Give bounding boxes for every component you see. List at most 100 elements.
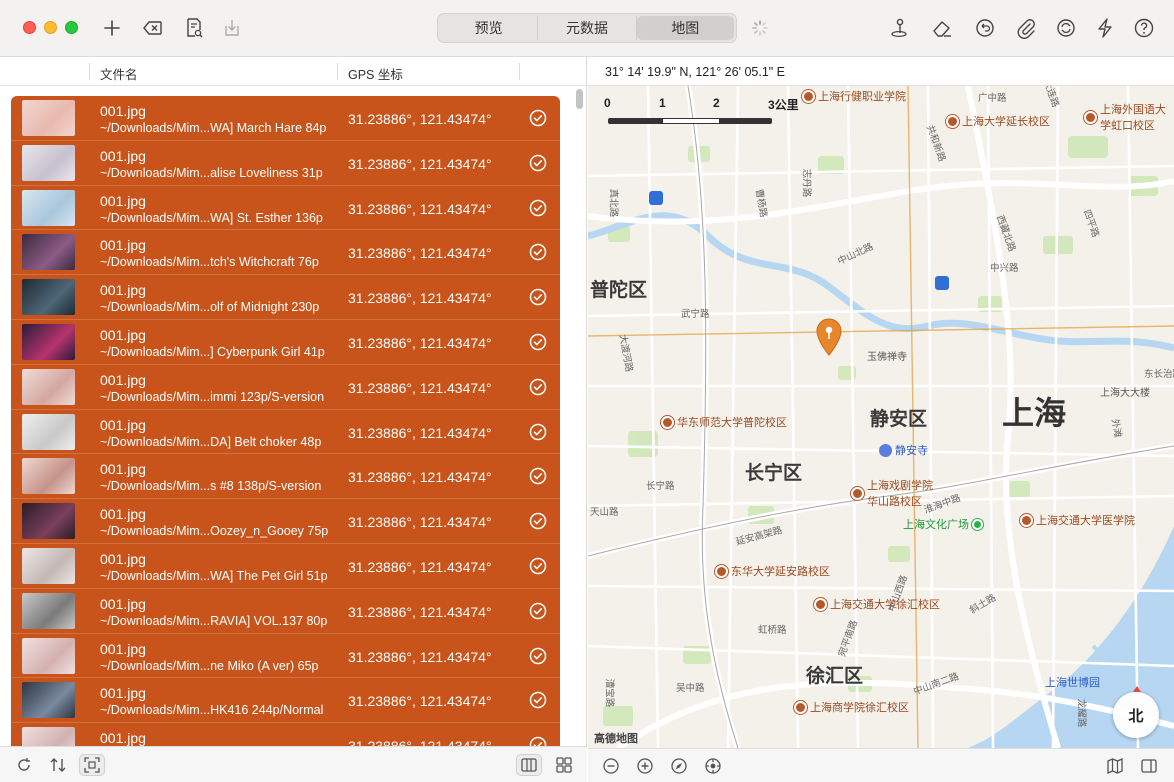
checkmark-icon — [529, 333, 547, 351]
export-icon[interactable] — [218, 14, 246, 42]
file-path: ~/Downloads/Mim...ne Miko (A ver) 65p — [100, 658, 319, 673]
road-label: 真北路 — [607, 188, 619, 218]
file-name: 001.jpg — [100, 551, 146, 567]
tab-metadata[interactable]: 元数据 — [538, 16, 637, 40]
list-item[interactable]: 001.jpg ~/Downloads/Mim...ne Miko (A ver)… — [11, 634, 560, 679]
column-gps[interactable]: GPS 坐标 — [348, 64, 403, 83]
minimize-window-button[interactable] — [44, 21, 57, 34]
file-list[interactable]: 001.jpg ~/Downloads/Mim...WA] March Hare … — [11, 96, 560, 746]
poi-label: 上海交通大学徐汇校区 — [814, 596, 940, 612]
district-label: 徐汇区 — [806, 666, 864, 687]
zoom-out-icon[interactable] — [600, 755, 622, 777]
image-thumbnail — [22, 368, 75, 405]
file-name: 001.jpg — [100, 506, 146, 523]
image-thumbnail — [22, 234, 75, 271]
file-name: 001.jpg — [100, 371, 146, 388]
inspect-file-icon[interactable] — [180, 14, 208, 42]
list-column-header: 文件名 GPS 坐标 — [0, 57, 587, 86]
image-thumbnail — [22, 458, 75, 495]
map-pane: 31° 14' 19.9" N, 121° 26' 05.1" E 0 1 2 … — [588, 57, 1174, 782]
view-mode-tabs: 预览 元数据 地图 — [437, 13, 737, 43]
image-thumbnail — [22, 503, 75, 540]
district-label: 长宁区 — [745, 463, 803, 484]
list-item[interactable]: 001.jpg ~/Downloads/Mim...tch's Witchcraf… — [11, 230, 560, 276]
zoom-in-icon[interactable] — [634, 755, 656, 777]
list-item[interactable]: 001.jpg ~/Downloads/Mim...DA] Belt choker… — [11, 410, 560, 455]
map-scale-bar: 0 1 2 3公里 — [604, 96, 816, 126]
file-name: 001.jpg — [100, 640, 146, 657]
scan-icon[interactable] — [79, 754, 105, 776]
attachment-icon[interactable] — [1012, 14, 1040, 42]
add-icon[interactable] — [98, 14, 126, 42]
tab-preview[interactable]: 预览 — [440, 16, 539, 40]
image-thumbnail — [22, 592, 75, 629]
road-label: 志丹路 — [800, 168, 812, 198]
gps-coordinates: 31.23886°, 121.43474° — [348, 559, 492, 575]
checkmark-icon — [529, 692, 547, 709]
list-item[interactable]: 001.jpg ~/Downloads/Mim...immi 123p/S-ver… — [11, 365, 560, 410]
coordinate-bar: 31° 14' 19.9" N, 121° 26' 05.1" E — [588, 57, 1174, 86]
compass-button[interactable]: 北 — [1113, 686, 1159, 738]
file-list-pane: 文件名 GPS 坐标 001.jpg ~/Downloads/Mim...WA] … — [0, 57, 587, 782]
gps-coordinates: 31.23886°, 121.43474° — [348, 693, 492, 710]
list-scrollbar[interactable] — [575, 87, 584, 127]
list-item[interactable]: 001.jpg ~/Downloads/Mim...WA] The Pet Gir… — [11, 544, 560, 589]
gps-coordinates: 31.23886°, 121.43474° — [348, 469, 492, 486]
gps-coordinates: 31.23886°, 121.43474° — [348, 245, 492, 262]
delete-icon[interactable] — [139, 14, 167, 42]
columns-view-icon[interactable] — [516, 754, 542, 776]
list-item[interactable]: 001.jpg ~/Downloads/Mim...WA] March Hare … — [11, 96, 560, 141]
list-item[interactable]: 001.jpg ~/Downloads/Mim...alise Lovelines… — [11, 141, 560, 186]
location-pin-icon[interactable] — [885, 14, 913, 42]
recenter-icon[interactable] — [702, 755, 724, 777]
poi-label: 静安寺 — [879, 442, 928, 458]
sort-icon[interactable] — [45, 754, 71, 776]
checkmark-icon — [529, 602, 547, 620]
sidebar-toggle-icon[interactable] — [1138, 755, 1160, 777]
list-item[interactable]: 001.jpg ~/Downloads/Mim...olf of Midnight… — [11, 275, 560, 320]
list-item[interactable]: 001.jpg ~/Downloads/Mim...] Cyberpunk Gir… — [11, 320, 560, 365]
road-label: 外滩 — [1108, 417, 1124, 439]
column-filename[interactable]: 文件名 — [100, 64, 138, 83]
sync-icon[interactable] — [1052, 14, 1080, 42]
list-item[interactable]: 001.jpg ~/Downloads/Mim...Oozey_n_Gooey 7… — [11, 499, 560, 544]
coordinate-readout: 31° 14' 19.9" N, 121° 26' 05.1" E — [605, 65, 786, 79]
checkmark-icon — [529, 109, 547, 127]
list-item[interactable]: 001.jpg ~/Downloads/Mim...HK416 244p/Norm… — [11, 678, 560, 724]
loading-spinner-icon — [746, 14, 774, 42]
grid-view-icon[interactable] — [551, 754, 577, 776]
list-item[interactable]: 001.jpg 31.23886°, 121.43474° — [11, 723, 560, 746]
list-item[interactable]: 001.jpg ~/Downloads/Mim...s #8 138p/S-ver… — [11, 454, 560, 500]
road-label: 中兴路 — [990, 263, 1019, 274]
undo-icon[interactable] — [971, 14, 999, 42]
close-window-button[interactable] — [23, 21, 36, 34]
refresh-icon[interactable] — [11, 754, 37, 776]
photo-location-pin[interactable] — [814, 317, 844, 357]
column-separator[interactable] — [519, 63, 520, 80]
file-name: 001.jpg — [100, 461, 146, 478]
column-separator[interactable] — [89, 63, 90, 80]
list-item[interactable]: 001.jpg ~/Downloads/Mim...RAVIA] VOL.137 … — [11, 589, 560, 634]
scale-label: 0 — [604, 96, 611, 110]
scale-label: 3公里 — [768, 98, 799, 112]
image-thumbnail — [22, 144, 75, 181]
file-path: ~/Downloads/Mim...HK416 244p/Normal — [100, 703, 324, 718]
road-label: 龙耀路 — [1075, 698, 1087, 728]
list-item[interactable]: 001.jpg ~/Downloads/Mim...WA] St. Esther … — [11, 186, 560, 231]
file-name: 001.jpg — [100, 103, 146, 119]
eraser-icon[interactable] — [928, 14, 956, 42]
checkmark-icon — [529, 423, 547, 440]
help-icon[interactable] — [1130, 14, 1158, 42]
poi-label: 东华大学延安路校区 — [715, 563, 830, 579]
zoom-window-button[interactable] — [65, 21, 78, 34]
poi-label: 华东师范大学普陀校区 — [661, 414, 787, 430]
tab-map[interactable]: 地图 — [636, 16, 734, 40]
gps-coordinates: 31.23886°, 121.43474° — [348, 379, 492, 396]
column-separator[interactable] — [337, 63, 338, 80]
lightning-icon[interactable] — [1091, 14, 1119, 42]
road-label: 漕宝路 — [603, 678, 615, 708]
gps-coordinates: 31.23886°, 121.43474° — [348, 111, 492, 127]
map-type-icon[interactable] — [1104, 755, 1126, 777]
locate-icon[interactable] — [668, 755, 690, 777]
map-view[interactable]: 0 1 2 3公里 普陀区 静安区 长宁区 徐汇区 上海 上海行健职业学院 上海… — [588, 86, 1174, 748]
